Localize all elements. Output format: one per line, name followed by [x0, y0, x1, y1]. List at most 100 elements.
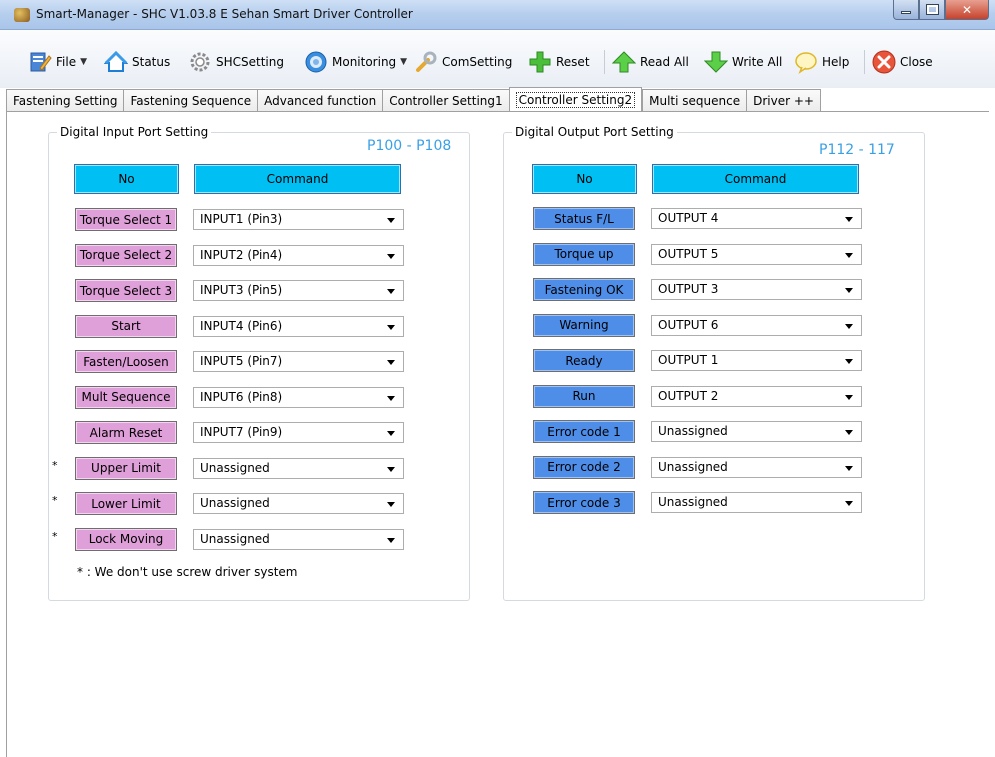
shcsetting-button[interactable]: SHCSetting [188, 50, 284, 74]
input-port-button[interactable]: Fasten/Loosen [75, 350, 177, 373]
window-title: Smart-Manager - SHC V1.03.8 E Sehan Smar… [36, 7, 413, 21]
window-close-icon: ✕ [961, 2, 973, 17]
monitoring-label: Monitoring [332, 55, 397, 69]
output-port-button[interactable]: Fastening OK [533, 278, 635, 301]
tab-controller-setting2[interactable]: Controller Setting2 [508, 87, 643, 111]
select-value: INPUT5 (Pin7) [200, 354, 283, 368]
input-port-button[interactable]: Alarm Reset [75, 421, 177, 444]
comsetting-button[interactable]: ComSetting [414, 50, 512, 74]
output-port-button[interactable]: Error code 2 [533, 455, 635, 479]
output-port-button[interactable]: Error code 3 [533, 491, 635, 514]
output-command-select[interactable]: Unassigned [651, 492, 862, 513]
tab-fastening-sequence[interactable]: Fastening Sequence [123, 89, 258, 111]
dropdown-arrow-icon [845, 465, 853, 471]
chevron-down-icon: ▼ [80, 57, 88, 67]
dropdown-arrow-icon [387, 253, 395, 259]
tab-multi-sequence[interactable]: Multi sequence [642, 89, 747, 111]
dropdown-arrow-icon [845, 501, 853, 506]
tab-controller-setting1[interactable]: Controller Setting1 [382, 89, 509, 111]
maximize-icon [926, 5, 938, 14]
dropdown-arrow-icon [387, 537, 395, 543]
reset-label: Reset [556, 55, 590, 69]
input-command-select[interactable]: INPUT7 (Pin9) [193, 422, 404, 443]
output-port-button[interactable]: Ready [533, 349, 635, 372]
read-arrow-icon [612, 51, 636, 73]
select-value: OUTPUT 2 [658, 388, 719, 403]
maximize-button[interactable] [919, 0, 945, 20]
monitoring-menu-button[interactable]: Monitoring ▼ [304, 50, 407, 74]
input-command-select[interactable]: INPUT2 (Pin4) [193, 244, 404, 266]
input-no-header: No [74, 164, 179, 194]
input-port-button[interactable]: Torque Select 1 [75, 208, 177, 231]
dropdown-arrow-icon [387, 395, 395, 401]
select-value: Unassigned [200, 496, 270, 510]
dropdown-arrow-icon [387, 466, 395, 472]
status-button[interactable]: Status [104, 50, 170, 74]
input-port-button[interactable]: Lock Moving [75, 527, 177, 551]
close-button[interactable]: Close [872, 50, 933, 74]
output-port-button[interactable]: Warning [533, 313, 635, 337]
window-close-button[interactable]: ✕ [945, 0, 989, 20]
file-menu-button[interactable]: File ▼ [28, 50, 87, 74]
input-command-select[interactable]: Unassigned [193, 528, 404, 550]
input-command-select[interactable]: INPUT1 (Pin3) [193, 209, 404, 230]
output-port-button[interactable]: Run [533, 384, 635, 408]
tab-controller-setting2-label: Controller Setting2 [515, 91, 636, 108]
tab-divider [6, 111, 989, 112]
input-port-button[interactable]: Torque Select 2 [75, 243, 177, 267]
select-value: OUTPUT 5 [658, 246, 719, 261]
file-icon [30, 52, 52, 72]
close-label: Close [900, 55, 933, 69]
output-port-button[interactable]: Error code 1 [533, 420, 635, 443]
output-command-select[interactable]: OUTPUT 6 [651, 314, 862, 336]
input-port-button[interactable]: Start [75, 314, 177, 338]
output-command-select[interactable]: Unassigned [651, 421, 862, 442]
tab-advanced-function[interactable]: Advanced function [257, 89, 383, 111]
input-command-select[interactable]: Unassigned [193, 457, 404, 479]
tab-fastening-setting[interactable]: Fastening Setting [6, 89, 124, 111]
write-arrow-icon [704, 51, 728, 73]
toolbar-separator [864, 50, 865, 74]
app-icon [14, 8, 30, 22]
write-all-button[interactable]: Write All [704, 50, 782, 74]
output-command-select[interactable]: OUTPUT 3 [651, 279, 862, 300]
input-command-select[interactable]: INPUT5 (Pin7) [193, 351, 404, 372]
select-value: OUTPUT 6 [658, 317, 719, 332]
select-value: Unassigned [658, 424, 728, 438]
reset-button[interactable]: Reset [528, 50, 590, 74]
input-port-button[interactable]: Torque Select 3 [75, 279, 177, 302]
title-bar: Smart-Manager - SHC V1.03.8 E Sehan Smar… [0, 0, 995, 30]
output-port-button[interactable]: Status F/L [533, 207, 635, 230]
panel-border [6, 112, 7, 757]
output-command-select[interactable]: Unassigned [651, 456, 862, 478]
select-value: INPUT3 (Pin5) [200, 283, 283, 297]
output-command-select[interactable]: OUTPUT 2 [651, 385, 862, 407]
input-port-button[interactable]: Upper Limit [75, 456, 177, 480]
read-all-button[interactable]: Read All [612, 50, 689, 74]
output-command-select[interactable]: OUTPUT 5 [651, 243, 862, 265]
output-command-select[interactable]: OUTPUT 1 [651, 350, 862, 371]
minimize-button[interactable] [893, 0, 919, 20]
input-port-button[interactable]: Mult Sequence [75, 385, 177, 409]
input-command-select[interactable]: Unassigned [193, 493, 404, 514]
dropdown-arrow-icon [387, 502, 395, 507]
input-command-select[interactable]: INPUT3 (Pin5) [193, 280, 404, 301]
minimize-icon [901, 11, 911, 14]
dropdown-arrow-icon [387, 431, 395, 436]
comsetting-label: ComSetting [442, 55, 513, 69]
dropdown-arrow-icon [387, 324, 395, 330]
tab-driver-plus[interactable]: Driver ++ [746, 89, 821, 111]
dropdown-arrow-icon [387, 218, 395, 223]
input-command-select[interactable]: INPUT4 (Pin6) [193, 315, 404, 337]
dropdown-arrow-icon [845, 288, 853, 293]
select-value: Unassigned [658, 459, 728, 474]
input-command-select[interactable]: INPUT6 (Pin8) [193, 386, 404, 408]
dropdown-arrow-icon [845, 252, 853, 258]
help-button[interactable]: Help [794, 50, 849, 74]
wrench-icon [416, 51, 437, 72]
output-port-button[interactable]: Torque up [533, 242, 635, 266]
input-port-button[interactable]: Lower Limit [75, 492, 177, 515]
required-marker: * [52, 529, 58, 543]
toolbar: File ▼ Status SHCSetting Monitoring ▼ ComS… [0, 30, 995, 88]
output-command-select[interactable]: OUTPUT 4 [651, 208, 862, 229]
